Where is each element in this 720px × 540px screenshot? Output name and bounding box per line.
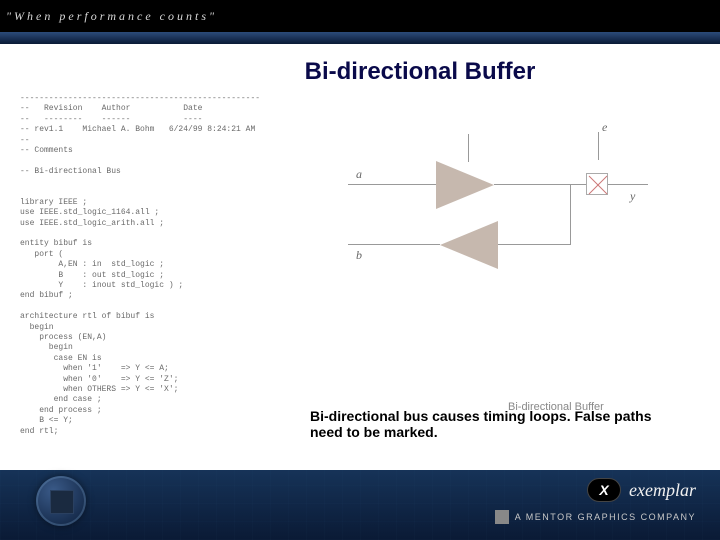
- wire-e-seg: [598, 132, 599, 160]
- mentor-mark-icon: [495, 510, 509, 524]
- header-subband: [0, 32, 720, 44]
- tri-buffer-bottom: [440, 221, 498, 269]
- slide-note: Bi-directional bus causes timing loops. …: [310, 408, 680, 440]
- tristate-box: [586, 173, 608, 195]
- brand-mark-letter: X: [599, 482, 608, 498]
- label-e: e: [602, 120, 607, 135]
- label-a: a: [356, 167, 362, 182]
- brand-name: exemplar: [629, 480, 696, 501]
- brand-mark: X: [587, 478, 621, 502]
- wire-e: [468, 134, 469, 162]
- chip-graphic: [36, 476, 86, 526]
- footer-band: X exemplar A MENTOR GRAPHICS COMPANY: [0, 470, 720, 540]
- cross-icon: [587, 174, 609, 196]
- wire-top-out: [494, 184, 586, 185]
- company-line: A MENTOR GRAPHICS COMPANY: [495, 510, 696, 524]
- slide-title: Bi-directional Buffer: [140, 58, 700, 86]
- wire-b: [348, 244, 440, 245]
- wire-to-bot-tri: [498, 244, 571, 245]
- slide-body: Bi-directional Buffer ------------------…: [0, 52, 720, 470]
- bidir-buffer-diagram: a e y: [348, 134, 648, 314]
- vhdl-code-listing: ----------------------------------------…: [20, 94, 320, 437]
- label-b: b: [356, 248, 362, 263]
- label-y: y: [630, 189, 635, 204]
- tri-buffer-top: [436, 161, 494, 209]
- wire-stub-down: [570, 184, 571, 244]
- wire-a: [348, 184, 436, 185]
- header-band: "When performance counts": [0, 0, 720, 32]
- brand-logo: X exemplar: [587, 478, 696, 502]
- wire-y: [608, 184, 648, 185]
- diagram-column: a e y: [328, 94, 700, 437]
- tagline: "When performance counts": [0, 9, 217, 24]
- company-name: A MENTOR GRAPHICS COMPANY: [515, 512, 696, 522]
- slide-content: ----------------------------------------…: [20, 94, 700, 437]
